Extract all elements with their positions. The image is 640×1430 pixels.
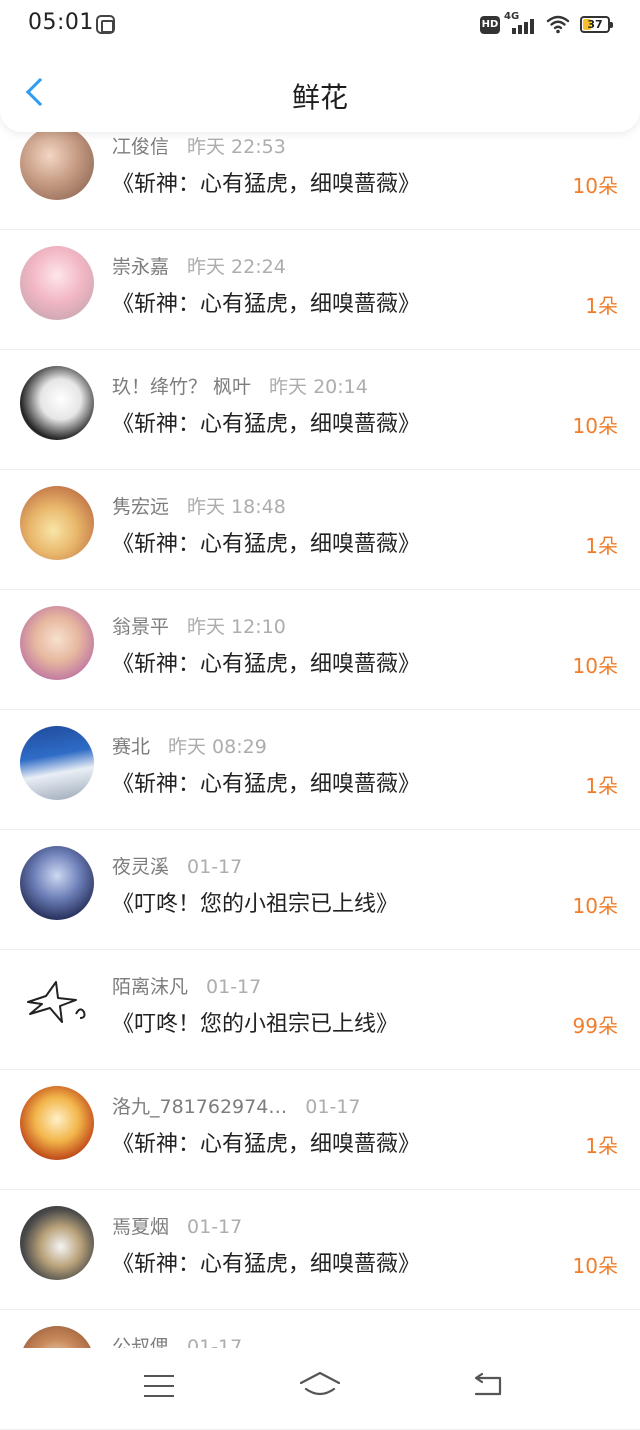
- avatar[interactable]: [20, 606, 94, 680]
- book-title[interactable]: 《斩神：心有猛虎，细嗅蔷薇》: [112, 286, 420, 318]
- list-item[interactable]: 隽宏远 昨天 18:48 《斩神：心有猛虎，细嗅蔷薇》 1朵: [0, 470, 640, 590]
- signal-bar: [512, 28, 516, 34]
- sender-line: 隽宏远 昨天 18:48: [112, 492, 286, 519]
- sender-line: 玖！绛竹？ 枫叶 昨天 20:14: [112, 372, 368, 399]
- sender-name[interactable]: 冮俊信: [112, 136, 169, 158]
- sender-line: 赛北 昨天 08:29: [112, 732, 267, 759]
- sent-time: 昨天 08:29: [168, 736, 267, 758]
- sender-line: 翁景平 昨天 12:10: [112, 612, 286, 639]
- page-title: 鲜花: [291, 81, 348, 114]
- book-title[interactable]: 《斩神：心有猛虎，细嗅蔷薇》: [112, 646, 420, 678]
- sent-time: 01-17: [305, 1096, 361, 1118]
- battery-icon: 37: [580, 16, 613, 33]
- home-icon[interactable]: [298, 1370, 342, 1400]
- list-item[interactable]: 崇永嘉 昨天 22:24 《斩神：心有猛虎，细嗅蔷薇》 1朵: [0, 230, 640, 350]
- sender-name[interactable]: 陌离沫凡: [112, 976, 188, 998]
- flower-count: 10朵: [572, 654, 618, 678]
- status-indicators: HD 4G 37: [474, 11, 614, 36]
- book-title[interactable]: 《斩神：心有猛虎，细嗅蔷薇》: [112, 1246, 420, 1278]
- list-item[interactable]: 赛北 昨天 08:29 《斩神：心有猛虎，细嗅蔷薇》 1朵: [0, 710, 640, 830]
- flower-count: 1朵: [585, 294, 618, 318]
- sent-time: 昨天 22:24: [187, 256, 286, 278]
- signal-icon: 4G: [504, 11, 534, 34]
- sent-time: 01-17: [187, 1216, 243, 1238]
- list-item[interactable]: 焉夏烟 01-17 《斩神：心有猛虎，细嗅蔷薇》 10朵: [0, 1190, 640, 1310]
- avatar[interactable]: [20, 726, 94, 800]
- flower-count: 10朵: [572, 1254, 618, 1278]
- signal-bar: [530, 19, 534, 34]
- app-notification-icon: [96, 15, 115, 34]
- book-title[interactable]: 《斩神：心有猛虎，细嗅蔷薇》: [112, 526, 420, 558]
- sent-time: 01-17: [187, 856, 243, 878]
- list-item[interactable]: 翁景平 昨天 12:10 《斩神：心有猛虎，细嗅蔷薇》 10朵: [0, 590, 640, 710]
- sender-line: 陌离沫凡 01-17: [112, 972, 261, 999]
- status-time: 05:01: [28, 10, 94, 35]
- sent-time: 昨天 18:48: [187, 496, 286, 518]
- hd-icon: HD: [480, 16, 500, 34]
- nav-bar: 鲜花: [0, 50, 640, 132]
- book-title[interactable]: 《斩神：心有猛虎，细嗅蔷薇》: [112, 406, 420, 438]
- flower-count: 10朵: [572, 414, 618, 438]
- avatar[interactable]: [20, 846, 94, 920]
- flower-count: 1朵: [585, 774, 618, 798]
- sender-name[interactable]: 夜灵溪: [112, 856, 169, 878]
- book-title[interactable]: 《斩神：心有猛虎，细嗅蔷薇》: [112, 766, 420, 798]
- system-nav-bar: [0, 1348, 640, 1422]
- back-nav-icon[interactable]: [470, 1372, 506, 1400]
- avatar[interactable]: [20, 1086, 94, 1160]
- flower-count: 10朵: [572, 894, 618, 918]
- network-type: 4G: [504, 11, 520, 22]
- avatar[interactable]: [20, 486, 94, 560]
- sender-line: 洛九_781762974… 01-17: [112, 1092, 361, 1119]
- sender-name[interactable]: 隽宏远: [112, 496, 169, 518]
- sender-line: 焉夏烟 01-17: [112, 1212, 242, 1239]
- book-title[interactable]: 《斩神：心有猛虎，细嗅蔷薇》: [112, 1126, 420, 1158]
- sender-name[interactable]: 玖！绛竹？ 枫叶: [112, 376, 251, 398]
- list-item[interactable]: 陌离沫凡 01-17 《叮咚！您的小祖宗已上线》 99朵: [0, 950, 640, 1070]
- list-item[interactable]: 洛九_781762974… 01-17 《斩神：心有猛虎，细嗅蔷薇》 1朵: [0, 1070, 640, 1190]
- list-item[interactable]: 夜灵溪 01-17 《叮咚！您的小祖宗已上线》 10朵: [0, 830, 640, 950]
- sent-time: 昨天 22:53: [187, 136, 286, 158]
- book-title[interactable]: 《叮咚！您的小祖宗已上线》: [112, 1006, 398, 1038]
- signal-bar: [518, 25, 522, 34]
- wifi-icon: [546, 15, 570, 34]
- avatar[interactable]: [20, 126, 94, 200]
- avatar[interactable]: [20, 246, 94, 320]
- sender-name[interactable]: 崇永嘉: [112, 256, 169, 278]
- sender-line: 夜灵溪 01-17: [112, 852, 242, 879]
- sent-time: 昨天 20:14: [269, 376, 368, 398]
- book-title[interactable]: 《叮咚！您的小祖宗已上线》: [112, 886, 398, 918]
- sent-time: 01-17: [206, 976, 262, 998]
- avatar[interactable]: [20, 1206, 94, 1280]
- list-item[interactable]: 玖！绛竹？ 枫叶 昨天 20:14 《斩神：心有猛虎，细嗅蔷薇》 10朵: [0, 350, 640, 470]
- flower-count: 1朵: [585, 534, 618, 558]
- sender-line: 冮俊信 昨天 22:53: [112, 132, 286, 159]
- flower-count: 10朵: [572, 174, 618, 198]
- sender-name[interactable]: 赛北: [112, 736, 150, 758]
- menu-icon[interactable]: [144, 1374, 176, 1398]
- status-bar: 05:01 HD 4G 37: [0, 0, 640, 50]
- book-title[interactable]: 《斩神：心有猛虎，细嗅蔷薇》: [112, 166, 420, 198]
- sent-time: 昨天 12:10: [187, 616, 286, 638]
- sender-line: 崇永嘉 昨天 22:24: [112, 252, 286, 279]
- flower-count: 99朵: [572, 1014, 618, 1038]
- sender-name[interactable]: 翁景平: [112, 616, 169, 638]
- battery-text: 37: [587, 18, 603, 31]
- sender-name[interactable]: 洛九_781762974…: [112, 1096, 287, 1118]
- flower-count: 1朵: [585, 1134, 618, 1158]
- sender-name[interactable]: 焉夏烟: [112, 1216, 169, 1238]
- avatar[interactable]: [20, 366, 94, 440]
- signal-bar: [524, 22, 528, 34]
- avatar[interactable]: [20, 966, 94, 1040]
